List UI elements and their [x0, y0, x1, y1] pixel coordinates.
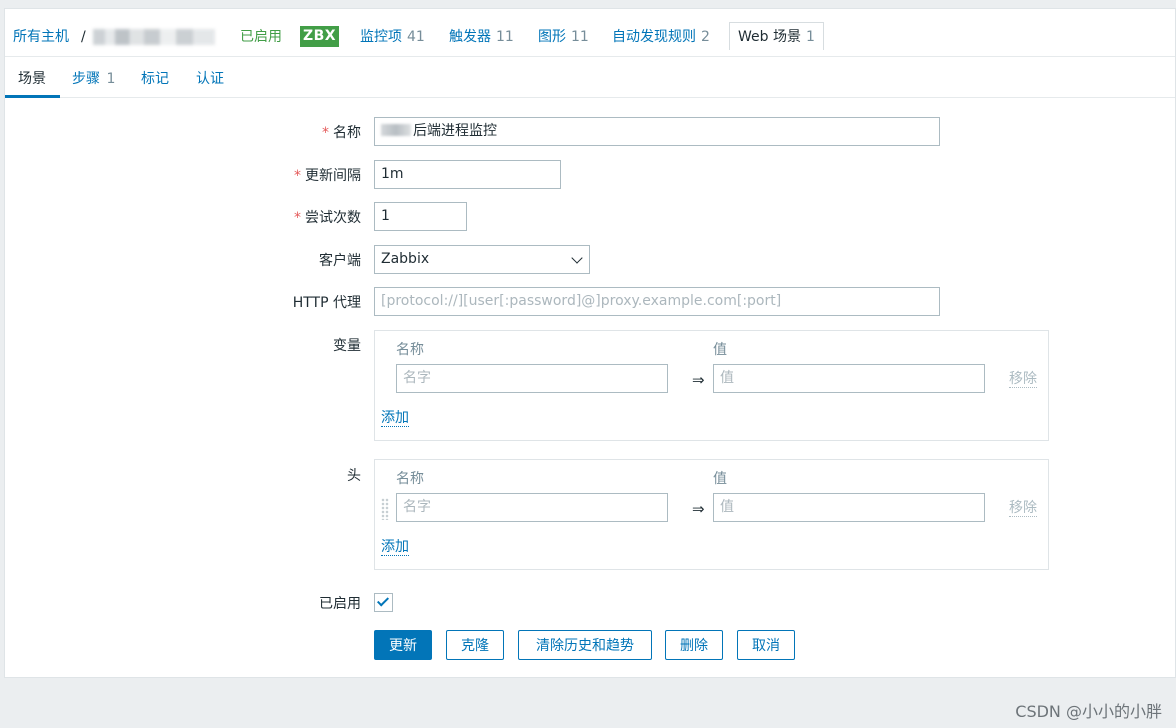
headers-table: 名称 值 名字 ⇒ 值 移除 添加: [374, 459, 1049, 570]
host-name-redacted[interactable]: [93, 29, 215, 45]
drag-handle-icon[interactable]: [381, 498, 389, 520]
header-add-button[interactable]: 添加: [381, 539, 409, 556]
discovery-rules-tab[interactable]: 自动发现规则 2: [612, 27, 710, 47]
agent-select[interactable]: Zabbix: [374, 245, 590, 274]
http-proxy-label: HTTP 代理: [292, 295, 361, 311]
enabled-label: 已启用: [319, 596, 361, 612]
variable-value-input[interactable]: 值: [713, 364, 985, 393]
scenario-subtabs: 场景 步骤 1 标记 认证: [5, 57, 1175, 98]
graphs-count: 11: [571, 29, 589, 45]
tab-steps-count: 1: [106, 71, 116, 87]
tab-scenario[interactable]: 场景: [18, 69, 46, 89]
variables-name-header: 名称: [396, 342, 424, 358]
tab-authentication[interactable]: 认证: [196, 69, 224, 89]
header-value-input[interactable]: 值: [713, 493, 985, 522]
interval-label: * 更新间隔: [294, 165, 361, 185]
clear-history-button[interactable]: 清除历史和趋势: [518, 630, 652, 660]
variables-label: 变量: [333, 338, 361, 354]
all-hosts-link[interactable]: 所有主机: [13, 27, 69, 47]
interval-label-text: 更新间隔: [305, 168, 361, 184]
variables-table: 名称 值 名字 ⇒ 值 移除 添加: [374, 330, 1049, 441]
active-tab-indicator: [5, 95, 60, 98]
required-mark: *: [294, 210, 301, 226]
update-interval-input[interactable]: 1m: [374, 160, 561, 189]
tab-steps[interactable]: 步骤 1: [72, 69, 115, 89]
header-name-input[interactable]: 名字: [396, 493, 668, 522]
discovery-rules-tab-label[interactable]: 自动发现规则: [612, 29, 696, 45]
name-label-text: 名称: [333, 125, 361, 141]
required-mark: *: [322, 125, 329, 141]
attempts-input[interactable]: 1: [374, 202, 467, 231]
variable-add-button[interactable]: 添加: [381, 410, 409, 427]
discovery-rules-count: 2: [701, 29, 710, 45]
name-label: * 名称: [322, 122, 361, 142]
enabled-checkbox[interactable]: [374, 593, 393, 612]
host-status-enabled[interactable]: 已启用: [240, 27, 282, 47]
tab-steps-label: 步骤: [72, 71, 100, 87]
update-button[interactable]: 更新: [374, 630, 432, 660]
items-tab-label[interactable]: 监控项: [360, 29, 402, 45]
name-input[interactable]: 后端进程监控: [374, 117, 940, 146]
http-proxy-input[interactable]: [protocol://][user[:password]@]proxy.exa…: [374, 287, 940, 316]
headers-name-header: 名称: [396, 471, 424, 487]
cancel-button[interactable]: 取消: [737, 630, 795, 660]
tab-tags[interactable]: 标记: [141, 69, 169, 89]
clone-button[interactable]: 克隆: [446, 630, 504, 660]
csdn-watermark: CSDN @小小的小胖: [1015, 702, 1162, 721]
headers-label: 头: [347, 468, 361, 484]
items-tab[interactable]: 监控项 41: [360, 27, 425, 47]
variables-value-header: 值: [713, 342, 727, 358]
headers-value-header: 值: [713, 471, 727, 487]
attempts-label-text: 尝试次数: [305, 210, 361, 226]
checkmark-icon: [376, 594, 390, 607]
agent-select-value: Zabbix: [381, 251, 430, 267]
chevron-down-icon: [571, 252, 583, 264]
items-count: 41: [407, 29, 425, 45]
breadcrumb-separator: /: [81, 29, 86, 45]
arrow-icon: ⇒: [692, 371, 705, 389]
web-scenarios-tab-label: Web 场景: [738, 29, 801, 45]
web-scenarios-tab[interactable]: Web 场景 1: [729, 22, 824, 50]
required-mark: *: [294, 168, 301, 184]
web-scenarios-count: 1: [805, 29, 815, 45]
web-scenario-panel: 所有主机 / 已启用 ZBX 监控项 41 触发器 11 图形 11 自动发现规则 2 …: [4, 8, 1176, 678]
arrow-icon: ⇒: [692, 500, 705, 518]
header-remove-button[interactable]: 移除: [1009, 500, 1037, 517]
triggers-tab-label[interactable]: 触发器: [449, 29, 491, 45]
triggers-tab[interactable]: 触发器 11: [449, 27, 514, 47]
attempts-label: * 尝试次数: [294, 207, 361, 227]
variable-remove-button[interactable]: 移除: [1009, 371, 1037, 388]
agent-label: 客户端: [319, 253, 361, 269]
host-navigation: 所有主机 / 已启用 ZBX 监控项 41 触发器 11 图形 11 自动发现规则 2 …: [5, 9, 1175, 57]
graphs-tab[interactable]: 图形 11: [538, 27, 589, 47]
name-redacted-prefix: [381, 124, 411, 136]
graphs-tab-label[interactable]: 图形: [538, 29, 566, 45]
triggers-count: 11: [496, 29, 514, 45]
delete-button[interactable]: 删除: [665, 630, 723, 660]
name-input-value: 后端进程监控: [413, 123, 497, 139]
zbx-availability-badge: ZBX: [300, 26, 339, 47]
variable-name-input[interactable]: 名字: [396, 364, 668, 393]
